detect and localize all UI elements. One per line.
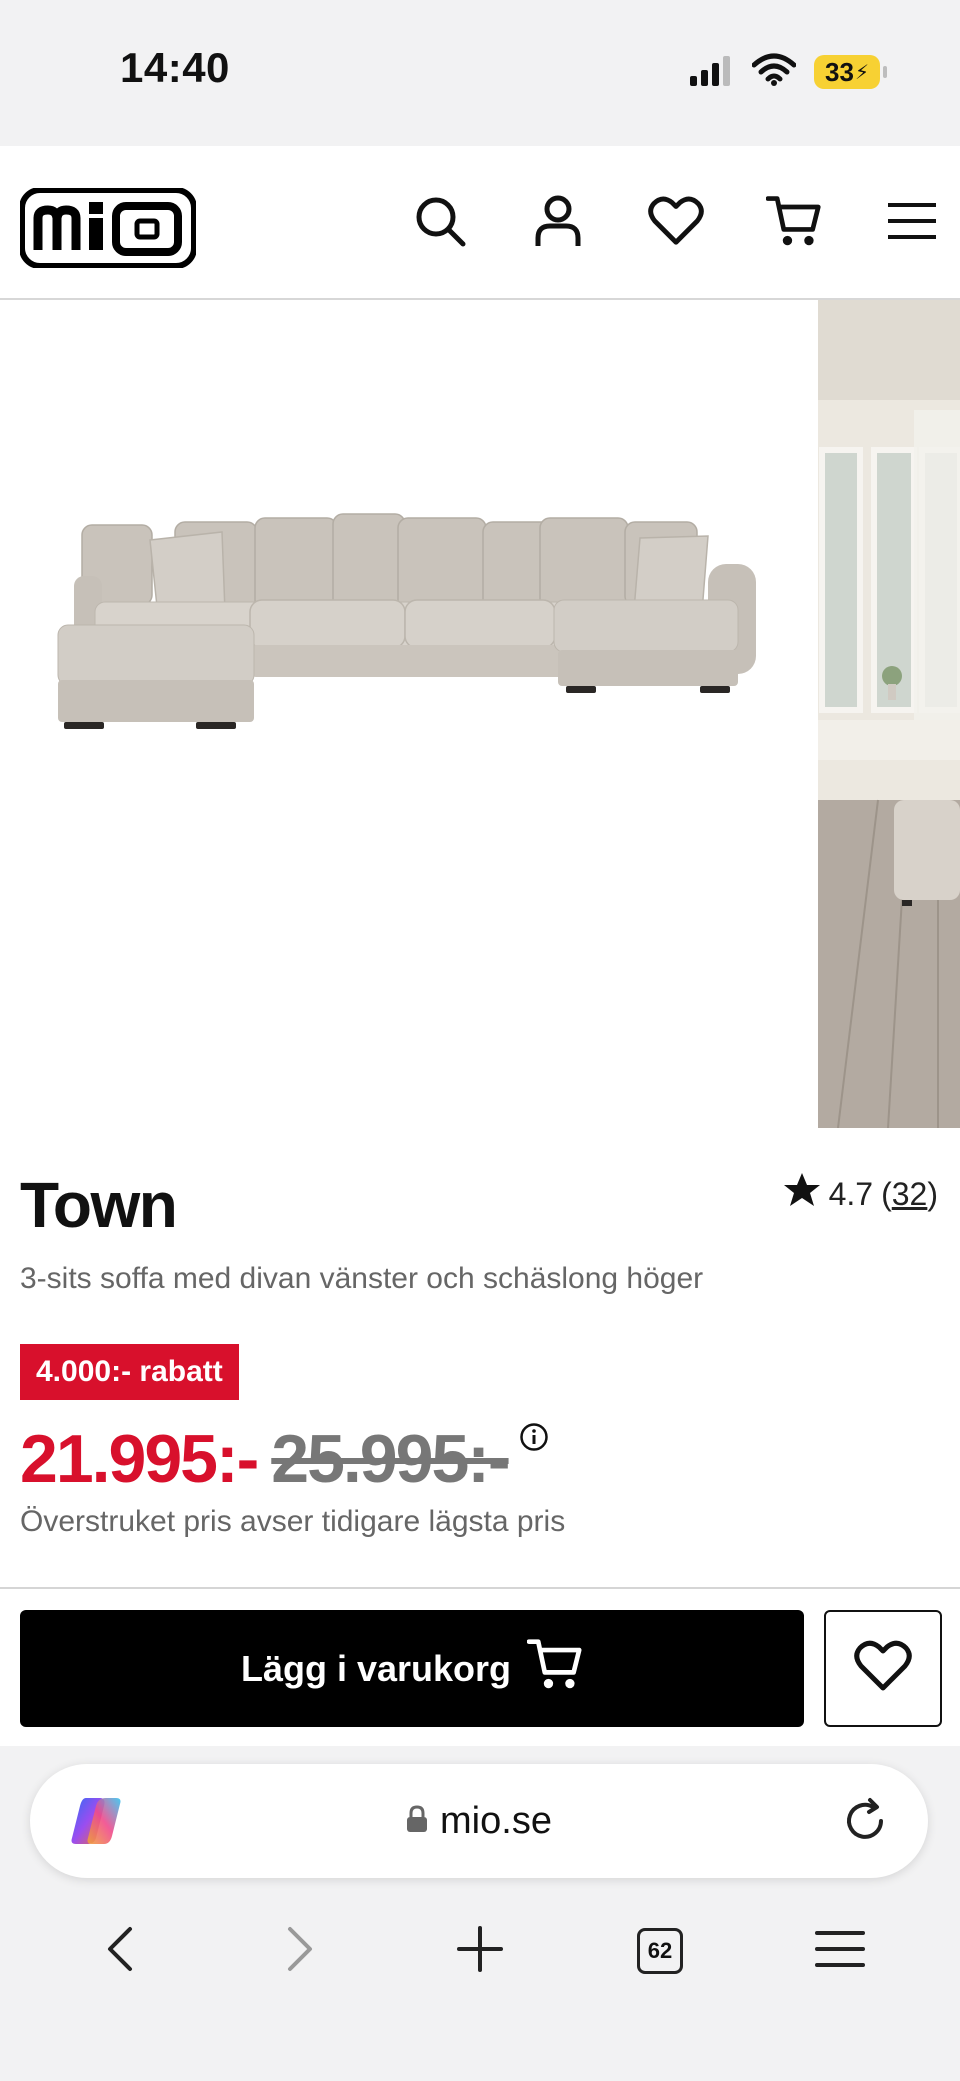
product-rating[interactable]: 4.7 (32) (783, 1172, 938, 1216)
divider (0, 1587, 960, 1589)
new-tab-button[interactable] (440, 1911, 520, 1991)
menu-icon[interactable] (884, 190, 940, 252)
current-price: 21.995:- (20, 1421, 259, 1497)
rating-count[interactable]: 32 (892, 1176, 928, 1212)
reload-icon[interactable] (840, 1796, 890, 1851)
status-time: 14:40 (120, 44, 230, 91)
star-icon (783, 1172, 821, 1216)
account-icon[interactable] (530, 190, 586, 252)
add-to-cart-button[interactable]: Lägg i varukorg (20, 1610, 804, 1727)
cart-icon[interactable] (766, 190, 822, 252)
forward-button[interactable] (260, 1911, 340, 1991)
heart-icon[interactable] (648, 190, 704, 252)
rating-close-paren: ) (927, 1175, 938, 1212)
menu-icon (815, 1929, 865, 1974)
product-subtitle: 3-sits soffa med divan vänster och schäs… (20, 1262, 704, 1295)
rating-value: 4.7 (828, 1175, 874, 1212)
charging-icon: ⚡ (854, 61, 869, 84)
price-note: Överstruket pris avser tidigare lägsta p… (20, 1505, 566, 1538)
status-indicators: 33 ⚡ (690, 50, 887, 94)
tab-count: 62 (637, 1928, 683, 1974)
back-button[interactable] (80, 1911, 160, 1991)
add-to-cart-label: Lägg i varukorg (240, 1647, 512, 1689)
browser-chrome: mio.se 62 (0, 1746, 960, 2081)
address-bar[interactable]: mio.se (30, 1764, 928, 1878)
url-text[interactable]: mio.se (440, 1800, 552, 1843)
add-to-wishlist-button[interactable] (824, 1610, 942, 1727)
product-image-gallery[interactable] (0, 300, 960, 1128)
site-header (0, 146, 960, 300)
chevron-right-icon (285, 1926, 315, 1977)
mio-logo[interactable] (19, 187, 197, 273)
signal-icon (690, 54, 734, 91)
info-icon[interactable] (519, 1422, 549, 1457)
url-display[interactable]: mio.se (30, 1764, 928, 1878)
discount-badge: 4.000:- rabatt (20, 1344, 239, 1400)
plus-icon (457, 1925, 503, 1977)
product-image-sofa[interactable] (0, 300, 818, 1128)
wifi-icon (751, 53, 797, 92)
search-icon[interactable] (412, 190, 468, 252)
previous-price: 25.995:- (271, 1421, 510, 1497)
tabs-button[interactable]: 62 (620, 1911, 700, 1991)
browser-toolbar: 62 (0, 1896, 960, 2006)
product-image-room-preview[interactable] (818, 300, 960, 1128)
price-row: 21.995:- 25.995:- (20, 1420, 549, 1498)
status-bar: 14:40 33 ⚡ (0, 0, 960, 146)
browser-menu-button[interactable] (800, 1911, 880, 1991)
lock-icon (406, 1800, 428, 1843)
rating-count-wrapper[interactable]: (32) (881, 1176, 938, 1213)
battery-level: 33 (825, 56, 854, 87)
chevron-left-icon (105, 1926, 135, 1977)
header-icon-bar (412, 190, 940, 252)
product-title: Town (20, 1169, 178, 1241)
heart-icon (854, 1640, 912, 1697)
cart-icon (526, 1637, 583, 1700)
rating-open-paren: ( (881, 1175, 892, 1212)
battery-indicator: 33 ⚡ (814, 55, 887, 89)
